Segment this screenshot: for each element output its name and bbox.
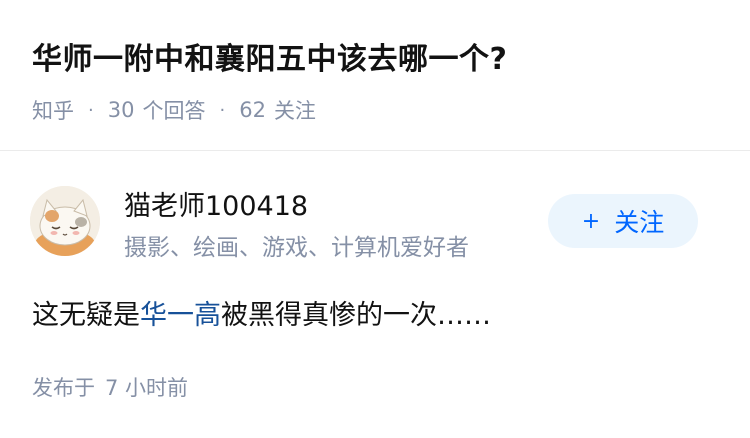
author-avatar[interactable] — [30, 186, 100, 256]
separator-dot: · — [219, 99, 226, 121]
follow-button[interactable]: + 关注 — [548, 194, 698, 248]
answer-text-before: 这无疑是 — [32, 300, 140, 331]
answer-count: 30 — [107, 98, 135, 122]
answer-link[interactable]: 华一高 — [140, 300, 221, 331]
separator-dot: · — [88, 99, 94, 121]
cat-avatar-icon — [30, 186, 100, 256]
answer-text-after: 被黑得真惨的一次…… — [221, 300, 491, 331]
publish-prefix: 发布于 — [32, 376, 95, 400]
plus-icon: + — [581, 208, 601, 234]
answer-count-label[interactable]: 个回答 — [142, 95, 205, 125]
source-label[interactable]: 知乎 — [32, 95, 74, 125]
publish-time: 发布于 7 小时前 — [32, 372, 188, 402]
follower-count: 62 — [239, 98, 266, 122]
author-bio: 摄影、绘画、游戏、计算机爱好者 — [124, 235, 469, 261]
question-meta: 知乎 · 30 个回答 · 62 关注 — [32, 95, 316, 125]
follow-label: 关注 — [614, 208, 665, 237]
divider — [0, 150, 750, 151]
publish-time-value: 7 小时前 — [105, 376, 189, 400]
follower-count-label: 关注 — [273, 99, 316, 123]
question-title[interactable]: 华师一附中和襄阳五中该去哪一个? — [32, 34, 507, 78]
author-name[interactable]: 猫老师100418 — [124, 184, 308, 223]
answer-content: 这无疑是华一高被黑得真惨的一次…… — [32, 293, 491, 332]
